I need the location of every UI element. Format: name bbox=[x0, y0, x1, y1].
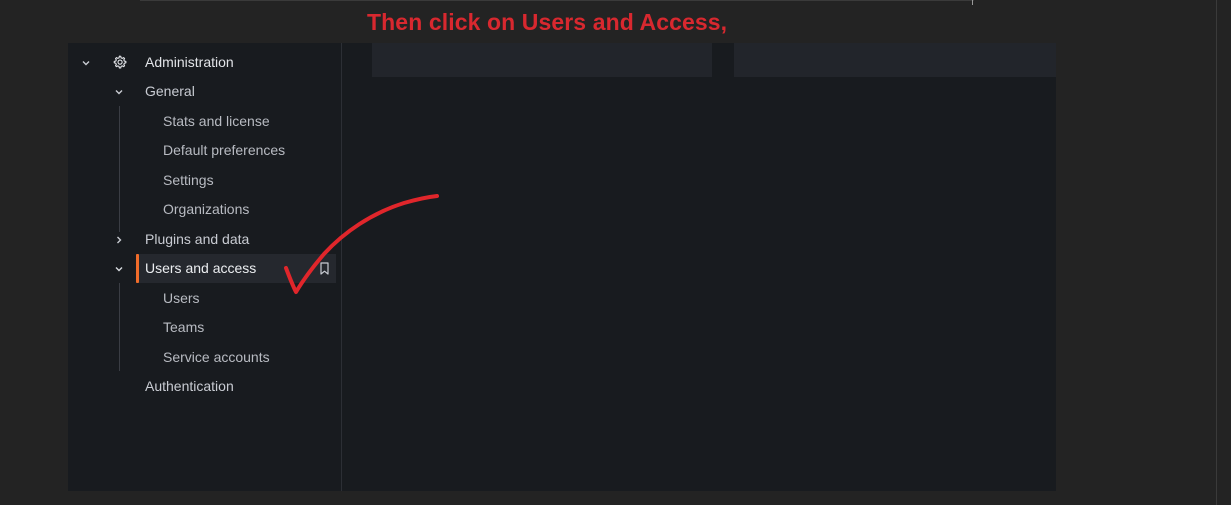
sidebar-item-users-and-access[interactable]: Users and access bbox=[68, 254, 336, 283]
screenshot-canvas: Then click on Users and Access, Administ… bbox=[0, 0, 1231, 505]
content-card bbox=[372, 43, 712, 77]
chevron-down-icon[interactable] bbox=[113, 254, 125, 283]
chevron-down-icon[interactable] bbox=[113, 77, 125, 106]
sidebar-item-label: Administration bbox=[145, 54, 234, 70]
main-content bbox=[343, 43, 1056, 491]
bookmark-icon[interactable] bbox=[319, 262, 330, 275]
content-card bbox=[734, 43, 1056, 77]
chevron-right-icon[interactable] bbox=[113, 225, 125, 254]
sidebar-item-label: Plugins and data bbox=[145, 231, 250, 247]
sidebar-item-authentication[interactable]: Authentication bbox=[68, 372, 336, 401]
instruction-caption: Then click on Users and Access, bbox=[367, 9, 728, 35]
sidebar-item-administration[interactable]: Administration bbox=[68, 48, 342, 77]
sidebar-item-label: Users and access bbox=[145, 260, 257, 276]
sidebar-item-label: Organizations bbox=[163, 201, 250, 217]
sidebar-item-settings[interactable]: Settings bbox=[68, 166, 336, 195]
right-edge-divider bbox=[1216, 0, 1217, 505]
sidebar-item-label: General bbox=[145, 83, 195, 99]
sidebar-item-users[interactable]: Users bbox=[68, 284, 336, 313]
admin-panel: Administration General Stats and license… bbox=[68, 43, 1056, 491]
sidebar-item-label: Users bbox=[163, 290, 200, 306]
sidebar-item-plugins-and-data[interactable]: Plugins and data bbox=[68, 225, 336, 254]
sidebar-item-label: Service accounts bbox=[163, 349, 270, 365]
sidebar-item-label: Stats and license bbox=[163, 113, 270, 129]
top-tick-mark bbox=[972, 0, 973, 5]
admin-sidebar: Administration General Stats and license… bbox=[68, 43, 342, 491]
sidebar-item-service-accounts[interactable]: Service accounts bbox=[68, 343, 336, 372]
sidebar-item-teams[interactable]: Teams bbox=[68, 313, 336, 342]
sidebar-item-organizations[interactable]: Organizations bbox=[68, 195, 336, 224]
top-divider bbox=[140, 0, 974, 1]
sidebar-item-stats-and-license[interactable]: Stats and license bbox=[68, 107, 336, 136]
gear-icon bbox=[112, 55, 127, 70]
sidebar-item-label: Default preferences bbox=[163, 142, 286, 158]
sidebar-item-default-preferences[interactable]: Default preferences bbox=[68, 136, 336, 165]
sidebar-item-label: Authentication bbox=[145, 378, 234, 394]
sidebar-item-label: Teams bbox=[163, 319, 205, 335]
chevron-down-icon[interactable] bbox=[80, 48, 92, 77]
sidebar-item-general[interactable]: General bbox=[68, 77, 336, 106]
sidebar-item-label: Settings bbox=[163, 172, 214, 188]
